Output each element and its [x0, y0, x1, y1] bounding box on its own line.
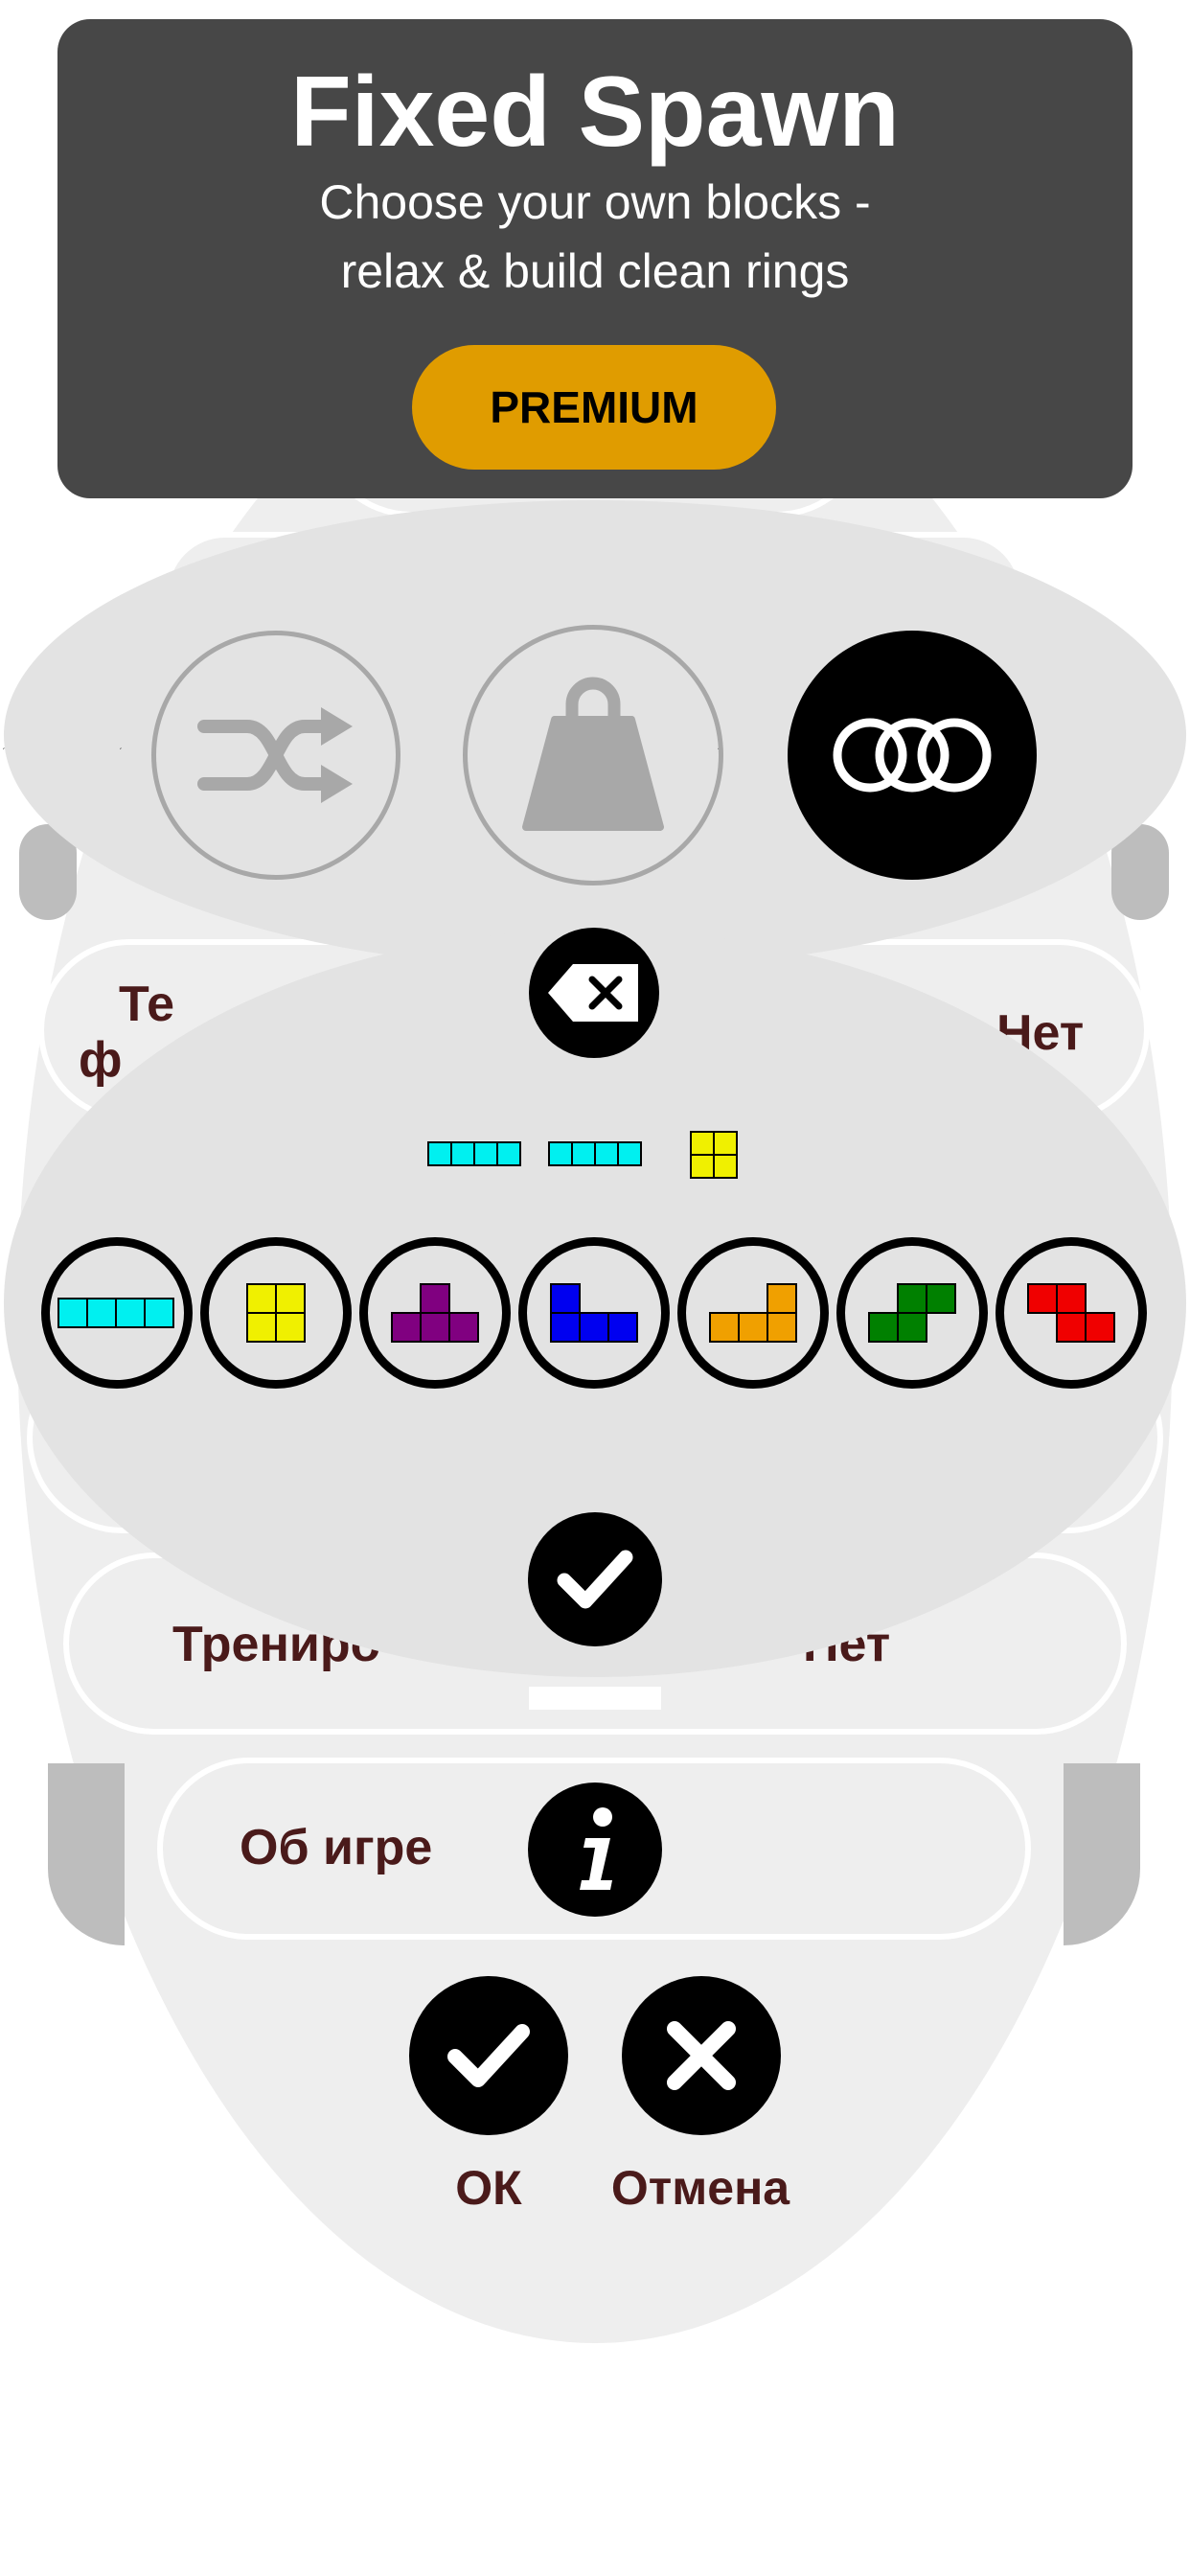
premium-banner: Fixed Spawn Choose your own blocks - rel…: [57, 19, 1133, 498]
ok-button[interactable]: [409, 1976, 568, 2135]
confirm-pieces-button[interactable]: [528, 1512, 662, 1646]
about-label: Об игре: [240, 1820, 433, 1875]
theme-label-line2: ф: [79, 1032, 123, 1088]
pill-shadow: [48, 1763, 125, 1945]
piece-l-button[interactable]: [677, 1237, 829, 1389]
rings-icon: [833, 718, 992, 793]
info-icon: [580, 1807, 612, 1890]
banner-title: Fixed Spawn: [290, 57, 900, 168]
check-icon: [447, 2024, 530, 2087]
piece-o-button[interactable]: [200, 1237, 352, 1389]
piece-l-icon: [709, 1283, 797, 1343]
mode-rings-button[interactable]: [788, 631, 1037, 880]
check-icon: [557, 1550, 633, 1609]
piece-i-icon: [57, 1298, 174, 1328]
queue-piece-o: [690, 1131, 738, 1179]
mode-random-button[interactable]: [151, 631, 400, 880]
shuffle-icon: [197, 707, 353, 803]
training-icon-clip: [529, 1687, 661, 1710]
ok-label: ОК: [455, 2161, 522, 2215]
stray-mark: ˏ: [119, 740, 123, 750]
premium-button[interactable]: PREMIUM: [412, 345, 776, 470]
about-button[interactable]: [528, 1782, 662, 1917]
theme-label: Те: [119, 977, 175, 1032]
backspace-button[interactable]: [529, 928, 659, 1058]
piece-j-icon: [550, 1283, 638, 1343]
backspace-icon: [548, 964, 638, 1022]
piece-o-icon: [246, 1283, 306, 1343]
piece-s-button[interactable]: [836, 1237, 988, 1389]
cancel-button[interactable]: [622, 1976, 781, 2135]
queue-piece-i: [427, 1141, 521, 1166]
piece-t-button[interactable]: [359, 1237, 511, 1389]
banner-subtitle: Choose your own blocks -: [319, 175, 871, 229]
mode-weighted-button[interactable]: [463, 625, 723, 886]
piece-z-icon: [1027, 1283, 1115, 1343]
banner-subtitle-line2: relax & build clean rings: [340, 244, 850, 298]
piece-queue: [0, 1131, 1190, 1179]
piece-z-button[interactable]: [995, 1237, 1147, 1389]
stray-mark: ˏ: [2, 740, 6, 750]
queue-piece-i: [548, 1141, 642, 1166]
piece-j-button[interactable]: [518, 1237, 670, 1389]
close-icon: [667, 2021, 736, 2090]
piece-s-icon: [868, 1283, 956, 1343]
weight-icon: [522, 677, 664, 831]
piece-i-button[interactable]: [41, 1237, 193, 1389]
pill-shadow: [1064, 1763, 1140, 1945]
cancel-label: Отмена: [610, 2161, 790, 2215]
piece-t-icon: [391, 1283, 479, 1343]
